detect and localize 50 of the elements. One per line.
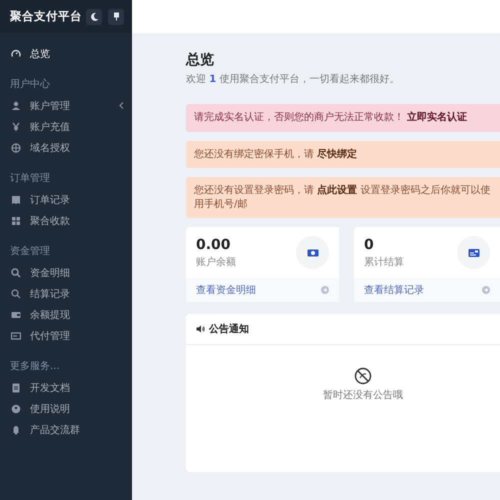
empty-message: 暂时还没有公告哦 — [323, 388, 403, 402]
yen-icon — [11, 122, 21, 132]
details-link[interactable]: 查看结算记录 — [364, 283, 424, 297]
stat-value: 0.00 — [196, 236, 232, 252]
sidebar-item[interactable]: 账户充值 — [0, 116, 132, 137]
grid-icon — [11, 216, 21, 226]
brand-title: 聚合支付平台 — [10, 9, 82, 24]
document-icon — [11, 382, 21, 392]
sidebar-item[interactable]: 总览 — [0, 43, 132, 64]
card-icon — [11, 330, 21, 340]
search-icon — [11, 288, 21, 298]
theme-toggle-button[interactable] — [86, 8, 102, 24]
globe-icon — [11, 142, 21, 152]
details-link[interactable]: 查看资金明细 — [196, 283, 256, 297]
help-icon — [11, 404, 21, 414]
welcome-text: 欢迎 1 使用聚合支付平台，一切看起来都很好。 — [186, 72, 400, 86]
sidebar-item[interactable]: 余额提现 — [0, 304, 132, 325]
sidebar-item[interactable]: 代付管理 — [0, 325, 132, 346]
section-title: 订单管理 — [9, 172, 51, 186]
no-entry-icon — [354, 367, 372, 385]
sidebar-item[interactable]: 开发文档 — [0, 377, 132, 398]
sidebar-item[interactable]: 域名授权 — [0, 137, 132, 158]
section-title: 用户中心 — [9, 78, 51, 92]
user-icon — [11, 100, 21, 110]
stat-label: 账户余额 — [196, 256, 236, 268]
wallet-icon — [11, 310, 21, 320]
id-card-icon — [468, 248, 480, 258]
sidebar-item[interactable]: 账户管理 — [0, 95, 132, 116]
sidebar-item[interactable]: 产品交流群 — [0, 419, 132, 440]
banknote-icon — [306, 248, 318, 258]
alert-banner: 您还没有绑定密保手机，请 尽快绑定 — [186, 140, 500, 168]
gauge-icon — [11, 48, 21, 58]
stat-label: 累计结算 — [364, 256, 404, 268]
moon-icon — [90, 12, 98, 21]
section-title: 资金管理 — [9, 245, 51, 259]
sidebar-item[interactable]: 结算记录 — [0, 283, 132, 304]
speaker-icon — [196, 325, 205, 333]
page-title: 总览 — [186, 51, 215, 69]
notice-title: 公告通知 — [209, 322, 249, 336]
sidebar-item[interactable]: 聚合收款 — [0, 210, 132, 231]
sidebar-item[interactable]: 资金明细 — [0, 262, 132, 283]
sidebar-item[interactable]: 订单记录 — [0, 189, 132, 210]
alert-banner: 您还没有设置登录密码，请 点此设置 设置登录密码之后你就可以使用手机号/邮 — [186, 177, 500, 218]
receipt-icon — [11, 194, 21, 204]
alert-banner: 请完成实名认证，否则您的商户无法正常收款！ 立即实名认证 — [186, 104, 500, 132]
stat-value: 0 — [364, 236, 375, 252]
sidebar-item[interactable]: 使用说明 — [0, 398, 132, 419]
section-title: 更多服务... — [9, 360, 61, 374]
search-icon — [11, 268, 21, 278]
notification-button[interactable] — [108, 8, 124, 24]
